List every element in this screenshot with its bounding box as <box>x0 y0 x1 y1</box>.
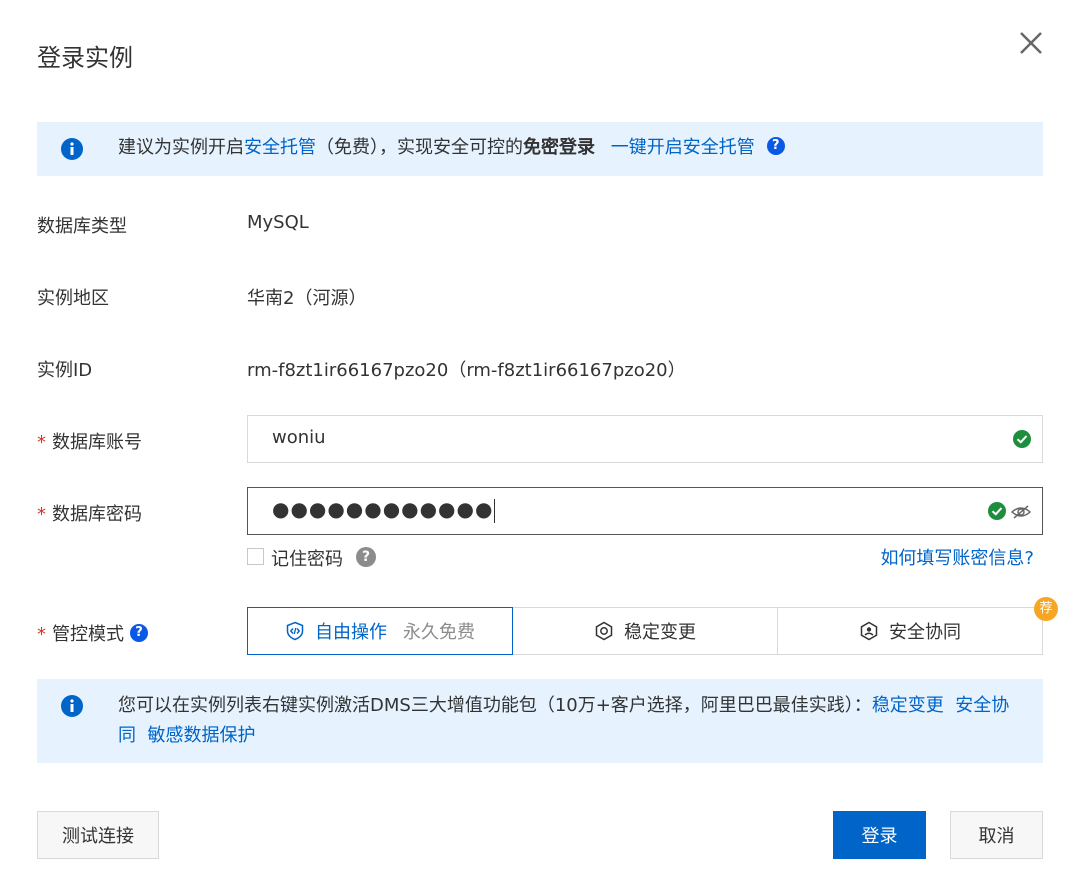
account-input-value: woniu <box>272 427 326 448</box>
howto-fill-link[interactable]: 如何填写账密信息? <box>880 544 1034 570</box>
remember-password-label[interactable]: 记住密码 <box>271 545 343 571</box>
mode-free-operation[interactable]: 自由操作 永久免费 <box>247 607 513 655</box>
password-input-value: ●●●●●●●●●●●● <box>272 497 496 523</box>
dms-notice-text: 您可以在实例列表右键实例激活DMS三大增值功能包（10万+客户选择，阿里巴巴最佳… <box>118 691 1018 751</box>
passwordless-login-text: 免密登录 <box>523 137 595 158</box>
dialog-title: 登录实例 <box>37 44 133 72</box>
remember-password-checkbox[interactable] <box>247 548 264 565</box>
control-mode-help-icon[interactable]: ? <box>130 624 148 642</box>
hexagon-gear-icon <box>595 621 613 641</box>
password-dots: ●●●●●●●●●●●● <box>272 497 494 521</box>
account-input[interactable]: woniu <box>247 415 1043 463</box>
required-mark: * <box>37 504 46 525</box>
dms-notice: 您可以在实例列表右键实例激活DMS三大增值功能包（10万+客户选择，阿里巴巴最佳… <box>37 679 1043 763</box>
help-icon[interactable]: ? <box>766 137 785 155</box>
check-circle-icon <box>1013 430 1031 448</box>
close-icon[interactable] <box>1016 28 1046 58</box>
account-label: * 数据库账号 <box>37 428 142 454</box>
shield-user-icon <box>860 621 878 641</box>
region-value: 华南2（河源） <box>247 288 367 309</box>
test-connection-button[interactable]: 测试连接 <box>37 811 159 859</box>
required-mark: * <box>37 624 46 645</box>
mode-stable-change[interactable]: 稳定变更 <box>512 607 778 655</box>
mode-stable-label: 稳定变更 <box>624 622 696 643</box>
dms-notice-body: 您可以在实例列表右键实例激活DMS三大增值功能包（10万+客户选择，阿里巴巴最佳… <box>118 695 872 716</box>
remember-help-icon[interactable]: ? <box>356 547 376 567</box>
db-type-value: MySQL <box>247 212 309 233</box>
required-mark: * <box>37 432 46 453</box>
instance-id-label: 实例ID <box>37 360 93 381</box>
enable-managed-link[interactable]: 一键开启安全托管 <box>611 137 755 158</box>
info-icon <box>61 138 83 160</box>
mode-free-label: 自由操作 <box>315 622 387 643</box>
password-input[interactable]: ●●●●●●●●●●●● <box>247 487 1043 535</box>
region-label: 实例地区 <box>37 288 109 309</box>
control-mode-group: 自由操作 永久免费 稳定变更 安全协同 <box>247 607 1043 655</box>
cancel-button[interactable]: 取消 <box>950 811 1043 859</box>
mode-security-label: 安全协同 <box>889 622 961 643</box>
notice-text-middle: （免费），实现安全可控的 <box>316 137 523 158</box>
managed-notice-text: 建议为实例开启安全托管（免费），实现安全可控的免密登录 一键开启安全托管? <box>118 135 785 161</box>
code-shield-icon <box>286 621 304 641</box>
mode-security-collab[interactable]: 安全协同 <box>777 607 1043 655</box>
account-label-text: 数据库账号 <box>52 432 142 453</box>
info-icon <box>61 695 83 717</box>
sensitive-data-link[interactable]: 敏感数据保护 <box>147 725 255 746</box>
login-button[interactable]: 登录 <box>833 811 926 859</box>
notice-text-prefix: 建议为实例开启 <box>118 137 244 158</box>
db-type-label: 数据库类型 <box>37 216 127 237</box>
text-caret <box>494 498 496 523</box>
stable-change-link[interactable]: 稳定变更 <box>872 695 944 716</box>
recommend-badge: 荐 <box>1034 597 1058 621</box>
managed-notice: 建议为实例开启安全托管（免费），实现安全可控的免密登录 一键开启安全托管? <box>37 122 1043 176</box>
managed-link[interactable]: 安全托管 <box>244 137 316 158</box>
password-label-text: 数据库密码 <box>52 504 142 525</box>
mode-free-sub: 永久免费 <box>403 622 475 643</box>
eye-off-icon[interactable] <box>1010 501 1032 523</box>
check-circle-icon <box>988 502 1006 520</box>
control-mode-label-text: 管控模式 <box>52 624 124 645</box>
control-mode-label: * 管控模式? <box>37 620 148 646</box>
instance-id-value: rm-f8zt1ir66167pzo20（rm-f8zt1ir66167pzo2… <box>247 360 686 381</box>
password-label: * 数据库密码 <box>37 500 142 526</box>
